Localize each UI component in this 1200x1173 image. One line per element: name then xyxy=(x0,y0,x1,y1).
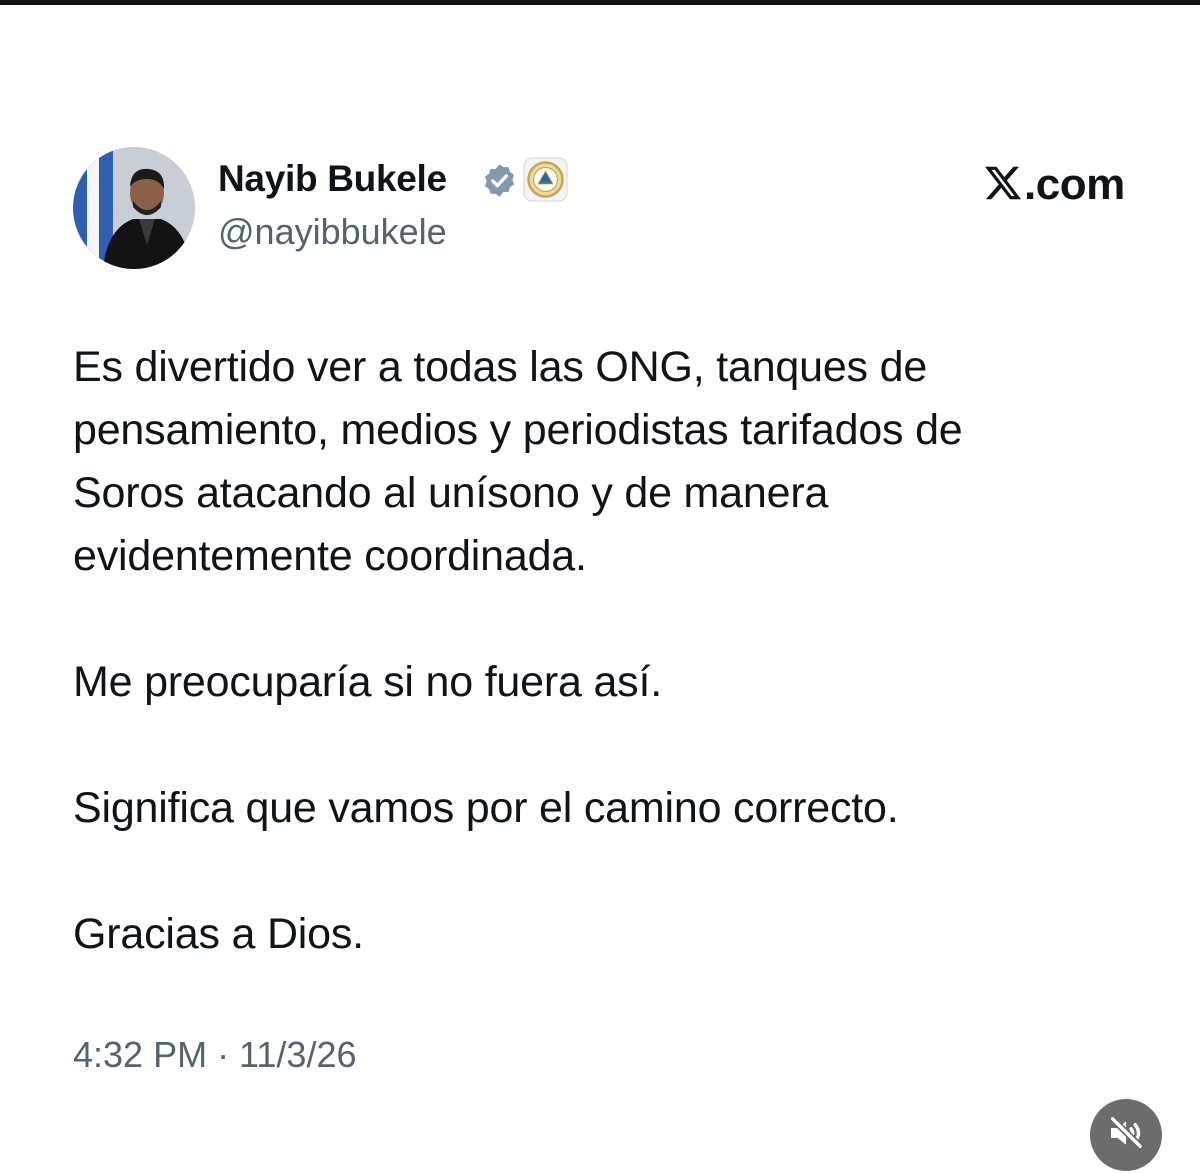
post-line: evidentemente coordinada. xyxy=(73,532,587,580)
author-display-name[interactable]: Nayib Bukele xyxy=(218,158,447,200)
mute-button[interactable] xyxy=(1090,1099,1162,1171)
post-line: Me preocuparía si no fuera así. xyxy=(73,658,662,706)
post-paragraph: Gracias a Dios. xyxy=(73,903,1153,966)
post-line: Soros atacando al unísono y de manera xyxy=(73,469,829,517)
post-paragraph: Significa que vamos por el camino correc… xyxy=(73,777,1153,840)
post-text: Es divertido ver a todas las ONG, tanque… xyxy=(73,336,1153,966)
post-timestamp[interactable]: 4:32 PM · 11/3/26 xyxy=(73,1034,357,1076)
post-line: Gracias a Dios. xyxy=(73,910,364,958)
speaker-muted-icon xyxy=(1106,1113,1146,1158)
avatar-image xyxy=(73,147,195,269)
avatar[interactable] xyxy=(73,147,195,269)
top-border-bar xyxy=(0,0,1200,5)
site-label: .com xyxy=(1024,160,1125,209)
post-line: pensamiento, medios y periodistas tarifa… xyxy=(73,406,963,454)
post-line: Es divertido ver a todas las ONG, tanque… xyxy=(73,343,928,391)
post-paragraph: Es divertido ver a todas las ONG, tanque… xyxy=(73,336,1153,588)
el-salvador-seal-icon xyxy=(523,157,568,202)
verified-badge-icon xyxy=(481,162,518,199)
author-handle[interactable]: @nayibbukele xyxy=(218,211,447,253)
x-logo-icon xyxy=(983,163,1023,203)
post-line: Significa que vamos por el camino correc… xyxy=(73,784,899,832)
post-paragraph: Me preocuparía si no fuera así. xyxy=(73,651,1153,714)
